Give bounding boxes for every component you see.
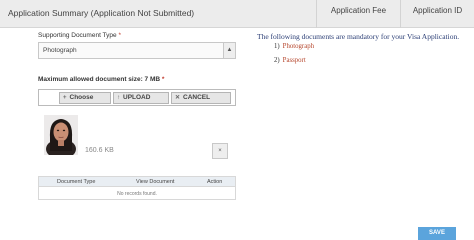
doc-type-label-text: Supporting Document Type	[38, 32, 117, 39]
max-size-label: Maximum allowed document size: 7 MB *	[38, 76, 164, 83]
table-header: Document Type View Document Action	[39, 177, 235, 187]
tab-application-fee[interactable]: Application Fee	[316, 0, 400, 28]
upload-button-label: UPLOAD	[123, 94, 151, 101]
mandatory-doc-photograph[interactable]: Photograph	[283, 43, 314, 50]
column-header-action: Action	[207, 179, 223, 185]
dropdown-arrow-icon: ▲	[223, 43, 235, 58]
choose-button-label: Choose	[69, 94, 94, 101]
mandatory-doc-item: 1) Photograph	[274, 43, 314, 50]
upload-arrow-icon: ↑	[117, 95, 120, 101]
close-icon: ×	[218, 148, 222, 154]
doc-type-select[interactable]: Photograph ▲	[38, 42, 236, 59]
list-number: 2)	[274, 57, 280, 64]
cancel-button-label: CANCEL	[183, 94, 211, 101]
cancel-button[interactable]: ✕ CANCEL	[171, 92, 231, 104]
file-size-text: 160.6 KB	[85, 147, 114, 154]
doc-type-selected-value: Photograph	[43, 47, 77, 54]
save-button[interactable]: SAVE	[418, 227, 456, 240]
upload-toolbar: + Choose ↑ UPLOAD ✕ CANCEL	[38, 89, 236, 106]
choose-button[interactable]: + Choose	[59, 92, 111, 104]
tab-application-id[interactable]: Application ID	[400, 0, 474, 28]
mandatory-doc-passport[interactable]: Passport	[283, 57, 306, 64]
header-bar: Application Summary (Application Not Sub…	[0, 0, 474, 28]
column-header-document-type: Document Type	[57, 179, 96, 185]
upload-button[interactable]: ↑ UPLOAD	[113, 92, 169, 104]
doc-type-label: Supporting Document Type *	[38, 32, 121, 39]
mandatory-doc-item: 2) Passport	[274, 57, 306, 64]
documents-table: Document Type View Document Action No re…	[38, 176, 236, 200]
empty-table-message: No records found.	[117, 191, 157, 197]
remove-file-button[interactable]: ×	[212, 143, 228, 159]
column-header-view-document: View Document	[136, 179, 175, 185]
list-number: 1)	[274, 43, 280, 50]
mandatory-docs-heading: The following documents are mandatory fo…	[257, 32, 460, 41]
plus-icon: +	[63, 95, 67, 101]
page-title: Application Summary (Application Not Sub…	[8, 8, 195, 18]
required-mark: *	[118, 32, 121, 39]
max-size-label-text: Maximum allowed document size: 7 MB	[38, 76, 161, 83]
portrait-image	[44, 115, 78, 155]
required-mark-2: *	[161, 76, 165, 83]
uploaded-photo-thumbnail	[44, 115, 78, 155]
close-icon: ✕	[175, 95, 181, 101]
